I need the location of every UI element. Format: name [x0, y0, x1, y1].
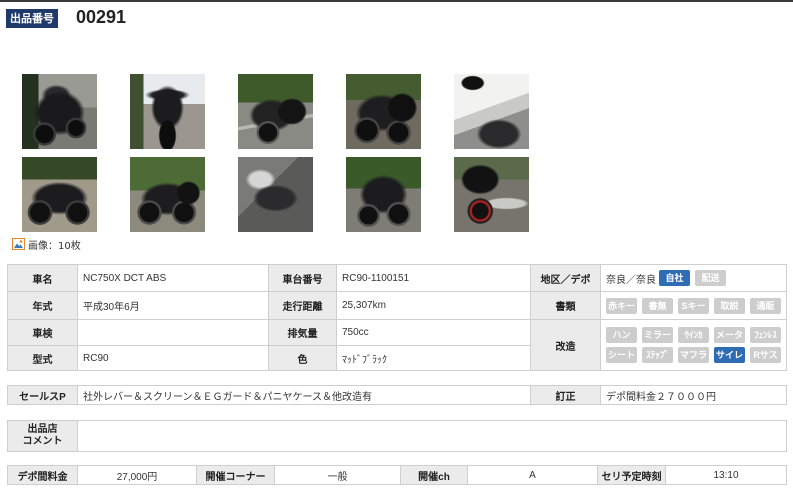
photo-thumbnail[interactable]: [22, 74, 97, 149]
lot-number: 00291: [76, 7, 127, 27]
area-depot-value: 奈良／奈良: [606, 274, 656, 286]
inspection-label: 車検: [7, 319, 78, 346]
frame-number-value: RC90-1100151: [336, 264, 531, 292]
modifications-cell: ハン ミラー ｳｲﾝｶ メータ ﾌｪﾝﾚｽ シート ｽﾃｯﾌﾟ マフラ サイレ Rサス: [600, 319, 787, 371]
sales-point-value: 社外レバー＆スクリーン＆ＥＧガード＆パニヤケース＆他改造有: [77, 385, 531, 405]
area-depot-cell: 奈良／奈良 自社 配送: [600, 264, 787, 292]
mileage-label: 走行距離: [268, 291, 337, 320]
vehicle-name-value: NC750X DCT ABS: [77, 264, 269, 292]
modification-badge: ﾌｪﾝﾚｽ: [750, 327, 781, 343]
seller-comment-label-line1: 出品店: [27, 424, 58, 435]
depot-fee-label: デポ間料金: [7, 465, 78, 485]
auction-channel-value: A: [467, 465, 598, 485]
correction-value: デポ間料金２７０００円: [600, 385, 787, 405]
photo-thumbnail[interactable]: [454, 157, 529, 232]
sales-point-table: セールスP 社外レバー＆スクリーン＆ＥＧガード＆パニヤケース＆他改造有 訂正 デ…: [7, 385, 787, 405]
frame-number-label: 車台番号: [268, 264, 337, 292]
photo-thumbnail[interactable]: [22, 157, 97, 232]
depot-fee-value: 27,000円: [77, 465, 197, 485]
area-badge: 自社: [659, 270, 690, 286]
model-code-label: 型式: [7, 345, 78, 371]
color-value: ﾏｯﾄﾞﾌﾞﾗｯｸ: [336, 345, 531, 371]
documents-cell: 赤キー 書無 Sキー 取説 通販: [600, 291, 787, 320]
vehicle-details-table: 車名 NC750X DCT ABS 車台番号 RC90-1100151 地区／デ…: [7, 264, 787, 371]
displacement-label: 排気量: [268, 319, 337, 346]
modification-badge: マフラ: [678, 347, 709, 363]
modification-badge: ハン: [606, 327, 637, 343]
area-badges: 自社 配送: [659, 270, 726, 286]
seller-comment-label: 出品店 コメント: [7, 420, 78, 452]
seller-comment-table: 出品店 コメント: [7, 420, 787, 452]
auction-info-table: デポ間料金 27,000円 開催コーナー 一般 開催ch A セリ予定時刻 13…: [7, 465, 787, 485]
photo-thumbnail[interactable]: [346, 157, 421, 232]
auction-channel-label: 開催ch: [400, 465, 468, 485]
area-depot-label: 地区／デポ: [530, 264, 601, 292]
scheduled-time-label: セリ予定時刻: [597, 465, 666, 485]
area-depot-content: 奈良／奈良 自社 配送: [606, 270, 781, 286]
photo-thumbnail[interactable]: [130, 74, 205, 149]
modification-badge: メータ: [714, 327, 745, 343]
document-badge: 赤キー: [606, 297, 637, 314]
photo-thumbnail[interactable]: [238, 157, 313, 232]
vehicle-name-label: 車名: [7, 264, 78, 292]
displacement-value: 750cc: [336, 319, 531, 346]
model-year-value: 平成30年6月: [77, 291, 269, 320]
seller-comment-value: [77, 420, 787, 452]
modification-badge: ｽﾃｯﾌﾟ: [642, 347, 673, 363]
correction-label: 訂正: [530, 385, 601, 405]
document-badge: 書無: [642, 297, 673, 314]
modification-badge: Rサス: [750, 347, 781, 363]
top-border: [0, 0, 793, 2]
photo-thumbnail[interactable]: [346, 74, 421, 149]
photo-thumbnail[interactable]: [130, 157, 205, 232]
photo-thumbnail[interactable]: [454, 74, 529, 149]
modification-badge: サイレ: [714, 347, 745, 363]
inspection-value: [77, 319, 269, 346]
modification-badges: ハン ミラー ｳｲﾝｶ メータ ﾌｪﾝﾚｽ シート ｽﾃｯﾌﾟ マフラ サイレ Rサス: [606, 327, 782, 363]
document-badge: Sキー: [678, 297, 709, 314]
document-badges: 赤キー 書無 Sキー 取説 通販: [606, 297, 782, 314]
area-badge: 配送: [695, 270, 726, 286]
photo-thumbnail[interactable]: [238, 74, 313, 149]
modification-badge: シート: [606, 347, 637, 363]
model-year-label: 年式: [7, 291, 78, 320]
photo-gallery: [22, 74, 529, 232]
photo-count-label: 画像：10枚: [28, 240, 81, 252]
photo-count: 画像：10枚: [12, 237, 81, 252]
sales-point-label: セールスP: [7, 385, 78, 405]
model-code-value: RC90: [77, 345, 269, 371]
auction-corner-label: 開催コーナー: [196, 465, 275, 485]
lot-number-label: 出品番号: [6, 9, 58, 28]
scheduled-time-value: 13:10: [665, 465, 787, 485]
auction-corner-value: 一般: [274, 465, 401, 485]
documents-label: 書類: [530, 291, 601, 320]
color-label: 色: [268, 345, 337, 371]
modification-badge: ミラー: [642, 327, 673, 343]
document-badge: 取説: [714, 297, 745, 314]
image-icon: [12, 238, 25, 250]
mileage-value: 25,307km: [336, 291, 531, 320]
modification-badge: ｳｲﾝｶ: [678, 327, 709, 343]
seller-comment-label-line2: コメント: [22, 436, 63, 447]
document-badge: 通販: [750, 297, 781, 314]
modifications-label: 改造: [530, 319, 601, 371]
